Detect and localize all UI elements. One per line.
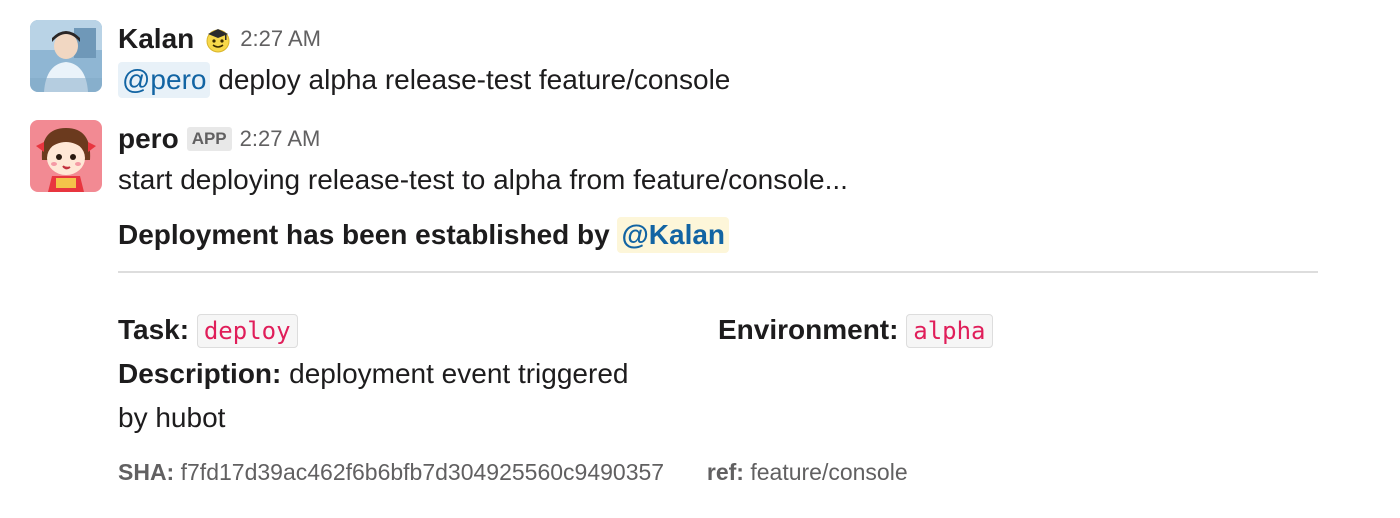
- sha-value: f7fd17d39ac462f6b6bfb7d304925560c9490357: [174, 459, 665, 485]
- ref-value: feature/console: [743, 459, 908, 485]
- avatar[interactable]: [30, 120, 102, 192]
- message-body: deploy alpha release-test feature/consol…: [210, 64, 731, 95]
- avatar[interactable]: [30, 20, 102, 92]
- graduation-emoji-icon[interactable]: [204, 25, 232, 53]
- environment-label: Environment:: [718, 314, 899, 345]
- message-kalan: Kalan 2:27 AM @pero deploy alpha release…: [30, 20, 1360, 100]
- message-content: pero APP 2:27 AM start deploying release…: [118, 120, 1360, 202]
- sha-label: SHA:: [118, 459, 175, 485]
- peko-mascot-icon: [30, 120, 102, 192]
- timestamp[interactable]: 2:27 AM: [240, 26, 321, 52]
- attachment-title-text: Deployment has been established by: [118, 219, 618, 250]
- message-content: Kalan 2:27 AM @pero deploy alpha release…: [118, 20, 1360, 102]
- message-header: Kalan 2:27 AM: [118, 20, 1360, 58]
- author-name[interactable]: Kalan: [118, 23, 194, 55]
- attachment-divider: [118, 271, 1318, 273]
- task-label: Task:: [118, 314, 190, 345]
- description-field: Description: deployment event triggered …: [118, 352, 628, 440]
- task-field: Task: deploy: [118, 308, 298, 353]
- description-value-line2: by hubot: [118, 402, 226, 433]
- author-name[interactable]: pero: [118, 123, 179, 155]
- environment-field: Environment: alpha: [718, 308, 993, 353]
- description-value-line1: deployment event triggered: [281, 358, 629, 389]
- message-body: start deploying release-test to alpha fr…: [118, 164, 848, 195]
- message-pero: pero APP 2:27 AM start deploying release…: [30, 120, 1360, 500]
- message-text: @pero deploy alpha release-test feature/…: [118, 58, 1360, 102]
- task-value: deploy: [196, 314, 298, 348]
- user-mention[interactable]: @Kalan: [617, 217, 730, 253]
- attachment-title: Deployment has been established by @Kala…: [118, 215, 730, 255]
- attachment-footer: SHA: f7fd17d39ac462f6b6bfb7d304925560c94…: [118, 454, 908, 490]
- timestamp[interactable]: 2:27 AM: [240, 126, 321, 152]
- message-header: pero APP 2:27 AM: [118, 120, 1360, 158]
- app-badge: APP: [186, 127, 232, 151]
- description-label: Description:: [118, 358, 282, 389]
- user-photo-icon: [30, 20, 102, 92]
- ref-label: ref:: [706, 459, 744, 485]
- user-mention[interactable]: @pero: [118, 62, 211, 98]
- environment-value: alpha: [906, 314, 993, 348]
